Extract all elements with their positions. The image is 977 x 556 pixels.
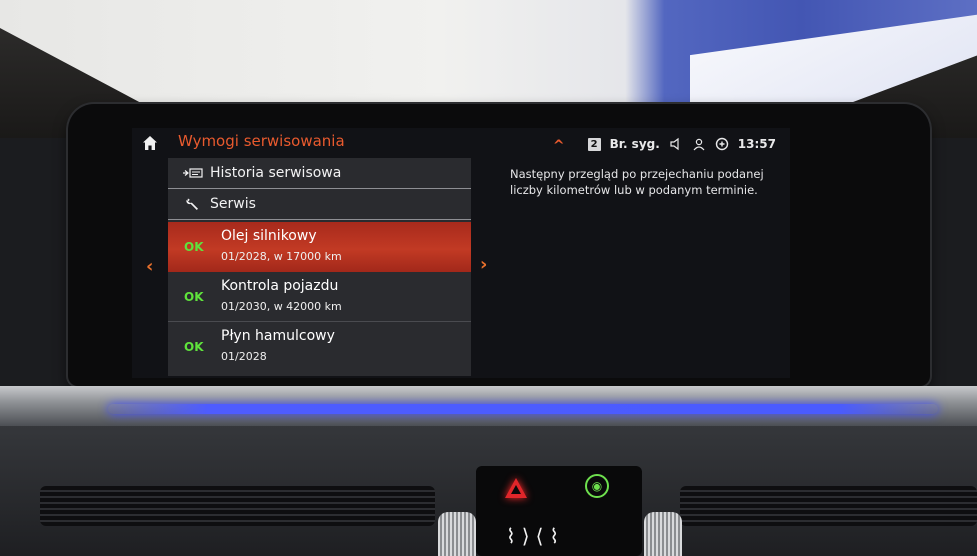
message-count-badge[interactable]: 2 (587, 137, 601, 151)
speaker-icon (670, 137, 679, 151)
driver-profile-icon (693, 138, 705, 151)
left-vent-knob[interactable] (438, 512, 476, 556)
right-air-vent (680, 486, 977, 526)
chevron-up-icon[interactable]: ^ (553, 138, 565, 154)
info-panel-text: Następny przegląd po przejechaniu podane… (510, 167, 764, 197)
service-item-due: 01/2028, w 17000 km (221, 250, 342, 263)
menu-item-service-history[interactable]: Historia serwisowa (168, 158, 471, 189)
right-vent-knob[interactable] (644, 512, 682, 556)
home-icon[interactable] (142, 135, 158, 151)
service-item-name: Płyn hamulcowy (221, 328, 335, 344)
idrive-display: Wymogi serwisowania ^ 2 Br. syg. 13:57 ‹ (132, 128, 790, 378)
status-ok-label: OK (184, 340, 204, 354)
chevron-left-icon[interactable]: ‹ (146, 256, 153, 277)
menu-item-service[interactable]: Serwis (168, 189, 471, 220)
radio-source-label: Br. syg. (609, 137, 660, 151)
status-ok-label: OK (184, 290, 204, 304)
menu-item-label: Historia serwisowa (210, 165, 342, 181)
left-air-vent (40, 486, 435, 526)
passenger-airbag-icon: ◉ (585, 474, 609, 498)
hazard-warning-icon[interactable] (505, 478, 527, 498)
clock: 13:57 (737, 137, 776, 151)
climate-controls-icon[interactable]: ⌇⟩⟨⌇ (506, 524, 565, 548)
service-item-brake-fluid[interactable]: OK Płyn hamulcowy 01/2028 (168, 322, 471, 372)
chevron-right-icon[interactable]: › (480, 254, 487, 275)
service-item-name: Olej silnikowy (221, 228, 317, 244)
service-history-icon (182, 167, 204, 179)
service-item-due: 01/2028 (221, 350, 267, 363)
status-bar: Wymogi serwisowania ^ 2 Br. syg. 13:57 (132, 128, 790, 158)
page-title: Wymogi serwisowania (178, 132, 345, 150)
ambient-light-strip (108, 404, 938, 414)
service-item-name: Kontrola pojazdu (221, 278, 339, 294)
status-ok-label: OK (184, 240, 204, 254)
menu-item-label: Serwis (210, 196, 256, 212)
wrench-icon (182, 196, 204, 212)
status-icons: ^ 2 Br. syg. 13:57 (553, 135, 776, 154)
connectivity-icon (715, 137, 728, 151)
service-item-engine-oil[interactable]: OK Olej silnikowy 01/2028, w 17000 km (168, 222, 471, 272)
service-item-vehicle-check[interactable]: OK Kontrola pojazdu 01/2030, w 42000 km (168, 272, 471, 322)
service-menu: Historia serwisowa Serwis OK Olej silnik… (168, 158, 471, 376)
service-item-due: 01/2030, w 42000 km (221, 300, 342, 313)
